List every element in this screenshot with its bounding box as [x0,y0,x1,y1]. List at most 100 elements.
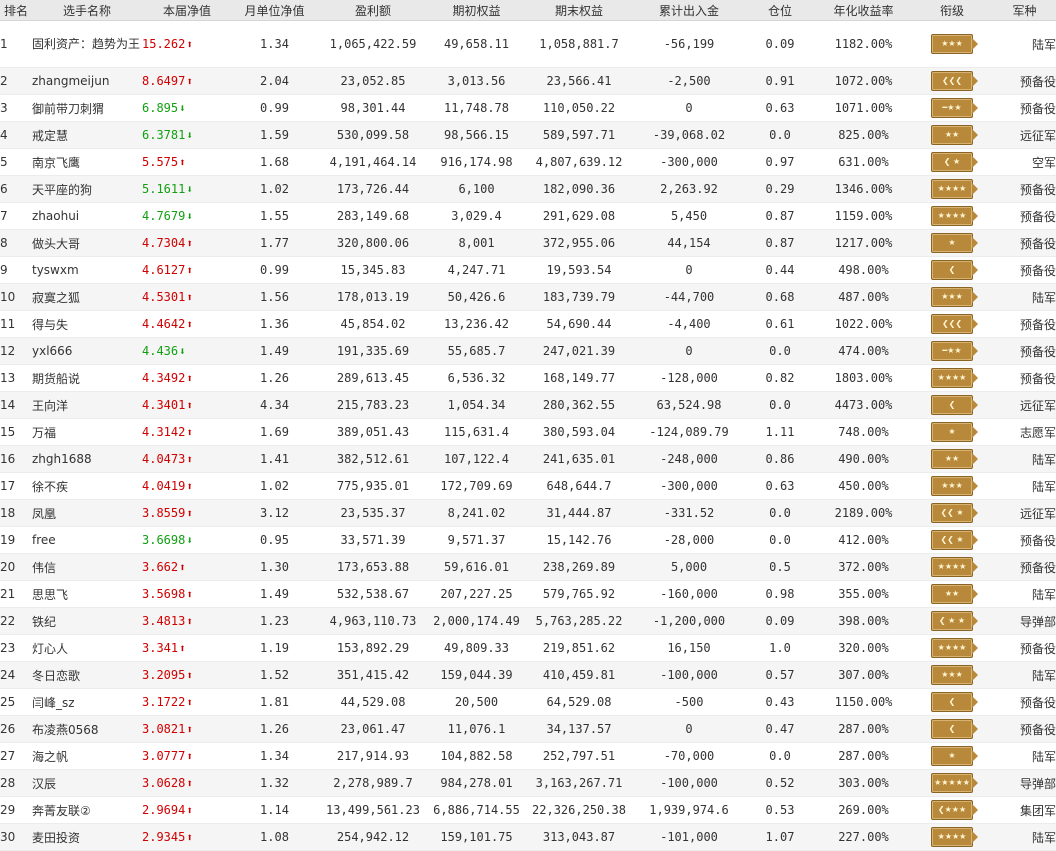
table-row[interactable]: 2 zhangmeijun 8.6497⬆ 2.04 23,052.85 3,0… [0,67,1056,95]
table-row[interactable]: 6 天平座的狗 5.1611⬇ 1.02 173,726.44 6,100 18… [0,175,1056,203]
table-row[interactable]: 19 free 3.6698⬇ 0.95 33,571.39 9,571.37 … [0,526,1056,554]
table-row[interactable]: 22 铁纪 3.4813⬆ 1.23 4,963,110.73 2,000,17… [0,607,1056,635]
player-name-cell[interactable]: 王向洋 [32,391,142,419]
player-name-cell[interactable]: 伟信 [32,553,142,581]
player-name-cell[interactable]: 思思飞 [32,580,142,608]
table-row[interactable]: 21 思思飞 3.5698⬆ 1.49 532,538.67 207,227.2… [0,580,1056,608]
trend-arrow-icon: ⬆ [186,723,193,736]
table-row[interactable]: 27 海之帆 3.0777⬆ 1.34 217,914.93 104,882.5… [0,742,1056,770]
position-cell: 0.09 [744,607,816,635]
nav-cell: 2.9345⬆ [142,823,232,851]
player-name-cell[interactable]: 固利资产：趋势为王 [32,20,142,68]
player-name-cell[interactable]: 寂寞之狐 [32,283,142,311]
player-name-cell[interactable]: 冬日恋歌 [32,661,142,689]
player-name-cell[interactable]: 做头大哥 [32,229,142,257]
annual-return-cell: 450.00% [816,472,911,500]
table-row[interactable]: 11 得与失 4.4642⬆ 1.36 45,854.02 13,236.42 … [0,310,1056,338]
trend-arrow-icon: ⬆ [186,750,193,763]
table-row[interactable]: 3 御前带刀刺猬 6.895⬇ 0.99 98,301.44 11,748.78… [0,94,1056,122]
player-name-cell[interactable]: tyswxm [32,256,142,284]
monthly-nav-cell: 4.34 [232,391,317,419]
monthly-nav-cell: 1.14 [232,796,317,824]
end-equity-cell: 34,137.57 [524,715,634,743]
player-name-cell[interactable]: 天平座的狗 [32,175,142,203]
nav-value: 4.5301 [142,290,186,304]
column-header[interactable]: 期末权益 [524,0,634,21]
column-header[interactable]: 年化收益率 [816,0,911,21]
column-header[interactable]: 盈利额 [317,0,429,21]
column-header[interactable]: 累计出入金 [634,0,744,21]
player-name-cell[interactable]: free [32,526,142,554]
player-name-cell[interactable]: 期货船说 [32,364,142,392]
player-name-cell[interactable]: 徐不疾 [32,472,142,500]
table-row[interactable]: 5 南京飞鹰 5.575⬆ 1.68 4,191,464.14 916,174.… [0,148,1056,176]
table-row[interactable]: 7 zhaohui 4.7679⬇ 1.55 283,149.68 3,029.… [0,202,1056,230]
trend-arrow-icon: ⬆ [186,831,193,844]
nav-value: 3.1722 [142,695,186,709]
table-row[interactable]: 16 zhgh1688 4.0473⬆ 1.41 382,512.61 107,… [0,445,1056,473]
column-header[interactable]: 排名 [0,0,32,21]
rank-badge-icon: ★★ [931,125,978,145]
table-row[interactable]: 26 布凌燕0568 3.0821⬆ 1.26 23,061.47 11,076… [0,715,1056,743]
player-name-cell[interactable]: zhgh1688 [32,445,142,473]
table-row[interactable]: 4 戒定慧 6.3781⬇ 1.59 530,099.58 98,566.15 … [0,121,1056,149]
player-name-cell[interactable]: 铁纪 [32,607,142,635]
start-equity-cell: 11,748.78 [429,94,524,122]
player-name-cell[interactable]: zhaohui [32,202,142,230]
start-equity-cell: 159,044.39 [429,661,524,689]
trend-arrow-icon: ⬆ [186,453,193,466]
table-row[interactable]: 10 寂寞之狐 4.5301⬆ 1.56 178,013.19 50,426.6… [0,283,1056,311]
table-row[interactable]: 9 tyswxm 4.6127⬆ 0.99 15,345.83 4,247.71… [0,256,1056,284]
army-branch-cell: 陆军 [993,823,1056,851]
player-name-cell[interactable]: 闫峰_sz [32,688,142,716]
cash-flow-cell: -39,068.02 [634,121,744,149]
column-header[interactable]: 本届净值 [142,0,232,21]
player-name-cell[interactable]: zhangmeijun [32,67,142,95]
table-row[interactable]: 14 王向洋 4.3401⬆ 4.34 215,783.23 1,054.34 … [0,391,1056,419]
column-header[interactable]: 军种 [993,0,1056,21]
table-row[interactable]: 1 固利资产：趋势为王 15.262⬆ 1.34 1,065,422.59 49… [0,20,1056,68]
player-name-cell[interactable]: 布凌燕0568 [32,715,142,743]
cash-flow-cell: -44,700 [634,283,744,311]
player-name-cell[interactable]: 凤凰 [32,499,142,527]
nav-value: 3.4813 [142,614,186,628]
rank-cell: 20 [0,553,32,581]
table-row[interactable]: 15 万福 4.3142⬆ 1.69 389,051.43 115,631.4 … [0,418,1056,446]
player-name-cell[interactable]: 得与失 [32,310,142,338]
rank-cell: 3 [0,94,32,122]
table-row[interactable]: 28 汉辰 3.0628⬆ 1.32 2,278,989.7 984,278.0… [0,769,1056,797]
player-name-cell[interactable]: 麦田投资 [32,823,142,851]
rank-cell: 18 [0,499,32,527]
player-name-cell[interactable]: 海之帆 [32,742,142,770]
table-row[interactable]: 23 灯心人 3.341⬆ 1.19 153,892.29 49,809.33 … [0,634,1056,662]
column-header[interactable]: 衔级 [911,0,993,21]
nav-value: 6.895 [142,101,179,115]
player-name-cell[interactable]: 御前带刀刺猬 [32,94,142,122]
player-name-cell[interactable]: 戒定慧 [32,121,142,149]
player-name-cell[interactable]: 南京飞鹰 [32,148,142,176]
column-header[interactable]: 选手名称 [32,0,142,21]
table-row[interactable]: 17 徐不疾 4.0419⬆ 1.02 775,935.01 172,709.6… [0,472,1056,500]
player-name-cell[interactable]: yxl666 [32,337,142,365]
column-header[interactable]: 期初权益 [429,0,524,21]
table-row[interactable]: 20 伟信 3.662⬆ 1.30 173,653.88 59,616.01 2… [0,553,1056,581]
nav-value: 4.0419 [142,479,186,493]
table-row[interactable]: 30 麦田投资 2.9345⬆ 1.08 254,942.12 159,101.… [0,823,1056,851]
column-header[interactable]: 月单位净值 [232,0,317,21]
table-row[interactable]: 13 期货船说 4.3492⬆ 1.26 289,613.45 6,536.32… [0,364,1056,392]
player-name-cell[interactable]: 灯心人 [32,634,142,662]
rank-cell: 21 [0,580,32,608]
table-row[interactable]: 29 奔菁友联② 2.9694⬆ 1.14 13,499,561.23 6,88… [0,796,1056,824]
rank-cell: 26 [0,715,32,743]
rank-badge-cell: ★★ [911,580,993,608]
column-header[interactable]: 仓位 [744,0,816,21]
table-row[interactable]: 12 yxl666 4.436⬇ 1.49 191,335.69 55,685.… [0,337,1056,365]
table-row[interactable]: 25 闫峰_sz 3.1722⬆ 1.81 44,529.08 20,500 6… [0,688,1056,716]
player-name-cell[interactable]: 奔菁友联② [32,796,142,824]
rank-badge-cell: ★★ [911,445,993,473]
table-row[interactable]: 8 做头大哥 4.7304⬆ 1.77 320,800.06 8,001 372… [0,229,1056,257]
player-name-cell[interactable]: 汉辰 [32,769,142,797]
table-row[interactable]: 24 冬日恋歌 3.2095⬆ 1.52 351,415.42 159,044.… [0,661,1056,689]
player-name-cell[interactable]: 万福 [32,418,142,446]
table-row[interactable]: 18 凤凰 3.8559⬆ 3.12 23,535.37 8,241.02 31… [0,499,1056,527]
